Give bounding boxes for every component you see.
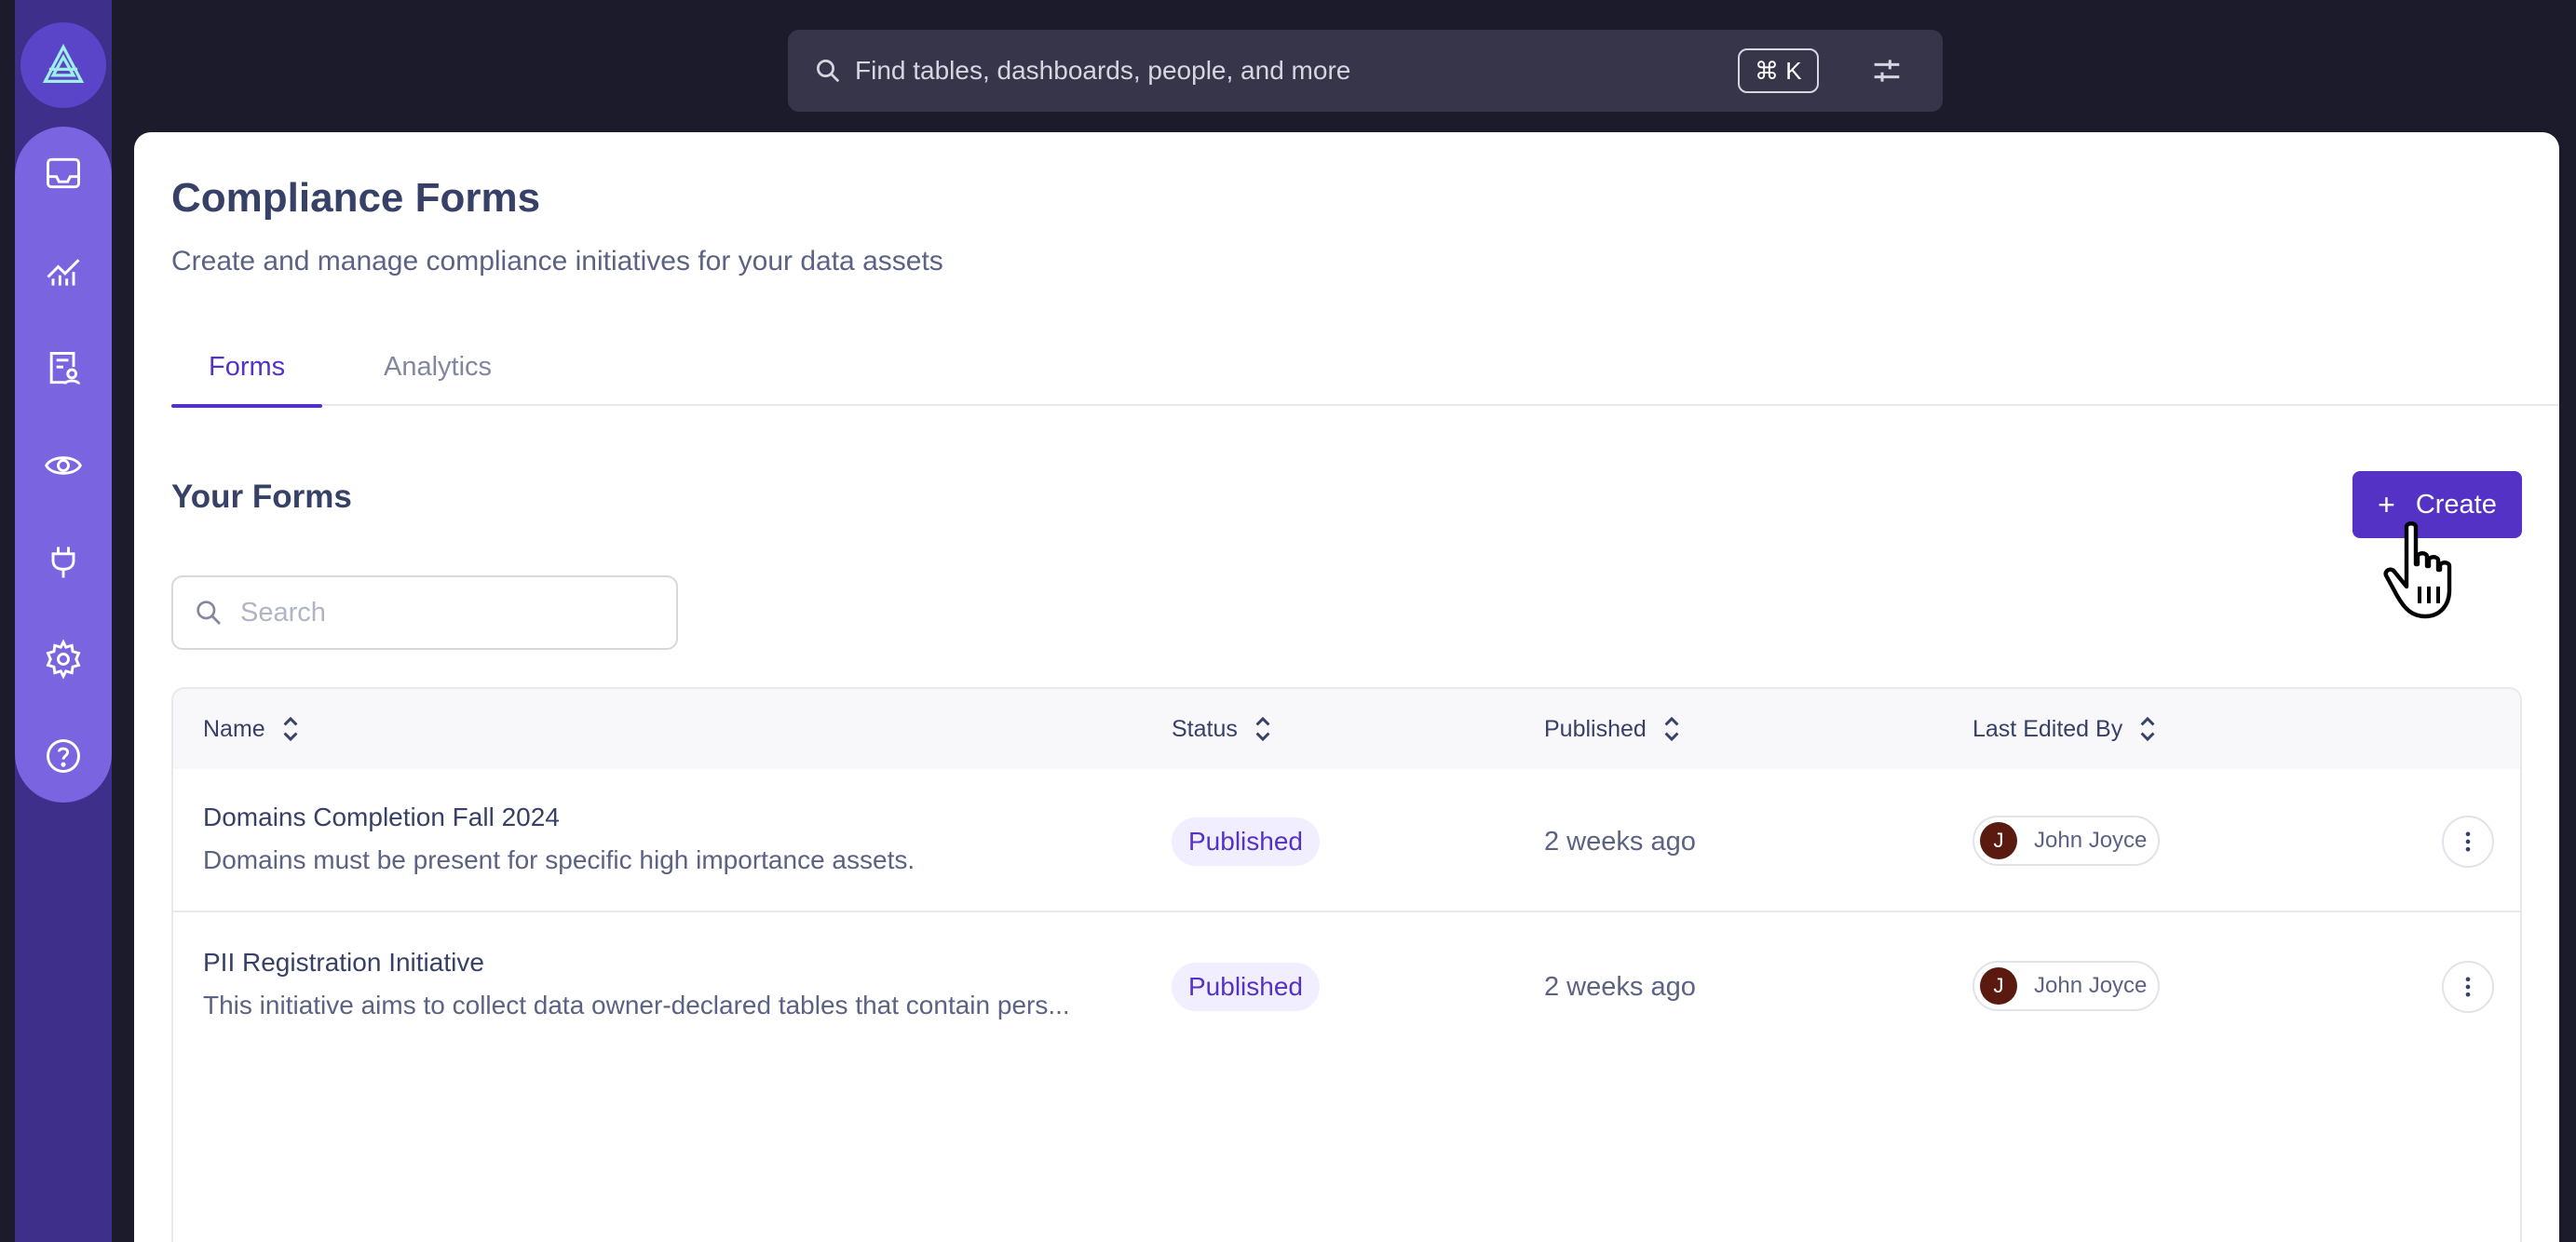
logo-icon[interactable] [20,22,106,108]
sort-icon [1664,716,1679,742]
user-name: John Joyce [2034,828,2148,853]
column-header-last-edited-by[interactable]: Last Edited By [1973,715,2158,743]
tab-bar: Forms Analytics [171,339,2559,408]
column-header-last-edited-by-label: Last Edited By [1973,715,2123,742]
gear-icon[interactable] [15,622,112,696]
avatar: J [1980,967,2017,1005]
forms-search-input[interactable] [240,597,650,628]
more-options-button[interactable] [2442,961,2494,1013]
keyboard-shortcut-badge: ⌘ K [1738,48,1819,93]
status-badge: Published [1172,963,1320,1011]
table-row[interactable]: PII Registration Initiative This initiat… [173,914,2520,1058]
table-row[interactable]: Domains Completion Fall 2024 Domains mus… [173,769,2520,912]
user-name: John Joyce [2034,973,2148,998]
eye-icon[interactable] [15,428,112,503]
sort-icon [1255,716,1270,742]
create-button-label: Create [2415,489,2497,520]
user-chip[interactable]: J John Joyce [1973,816,2161,866]
search-icon [197,601,221,625]
column-header-status-label: Status [1172,715,1238,742]
forms-table: Name Status Published Last Edited By Dom… [171,687,2522,1242]
form-description: This initiative aims to collect data own… [203,991,1070,1019]
page-title: Compliance Forms [171,175,541,221]
column-header-name[interactable]: Name [203,715,301,743]
more-options-button[interactable] [2442,816,2494,868]
section-title: Your Forms [171,479,352,515]
tab-analytics-label: Analytics [384,352,493,382]
form-name[interactable]: Domains Completion Fall 2024 [203,803,560,832]
sliders-icon[interactable] [1868,52,1905,89]
column-header-published[interactable]: Published [1544,715,1682,743]
column-header-status[interactable]: Status [1172,715,1273,743]
page-subtitle: Create and manage compliance initiatives… [171,246,943,277]
forms-icon[interactable] [15,331,112,406]
forms-search-field[interactable] [171,575,678,650]
analytics-chart-icon[interactable] [15,235,112,309]
main-panel: Compliance Forms Create and manage compl… [134,132,2559,1242]
plus-icon: + [2378,487,2395,521]
status-badge: Published [1172,817,1320,866]
more-vertical-icon [2465,831,2471,852]
avatar: J [1980,822,2017,859]
tab-analytics[interactable]: Analytics [346,339,529,406]
published-time: 2 weeks ago [1544,827,1696,857]
more-vertical-icon [2465,977,2471,997]
tab-forms-label: Forms [209,352,286,382]
search-icon [817,60,840,83]
inbox-icon[interactable] [15,136,112,210]
user-chip[interactable]: J John Joyce [1973,961,2161,1011]
form-name[interactable]: PII Registration Initiative [203,948,484,978]
hand-cursor-icon [2383,521,2452,619]
sort-icon [283,716,298,742]
tab-forms[interactable]: Forms [171,339,323,408]
column-header-published-label: Published [1544,715,1647,742]
table-header: Name Status Published Last Edited By [173,689,2520,769]
plug-icon[interactable] [15,525,112,600]
sort-icon [2140,716,2155,742]
column-header-name-label: Name [203,715,265,742]
published-time: 2 weeks ago [1544,972,1696,1002]
top-header: Find tables, dashboards, people, and mor… [0,0,2576,132]
global-search-bar[interactable]: Find tables, dashboards, people, and mor… [788,30,1943,112]
help-icon[interactable] [15,719,112,793]
form-description: Domains must be present for specific hig… [203,845,915,874]
